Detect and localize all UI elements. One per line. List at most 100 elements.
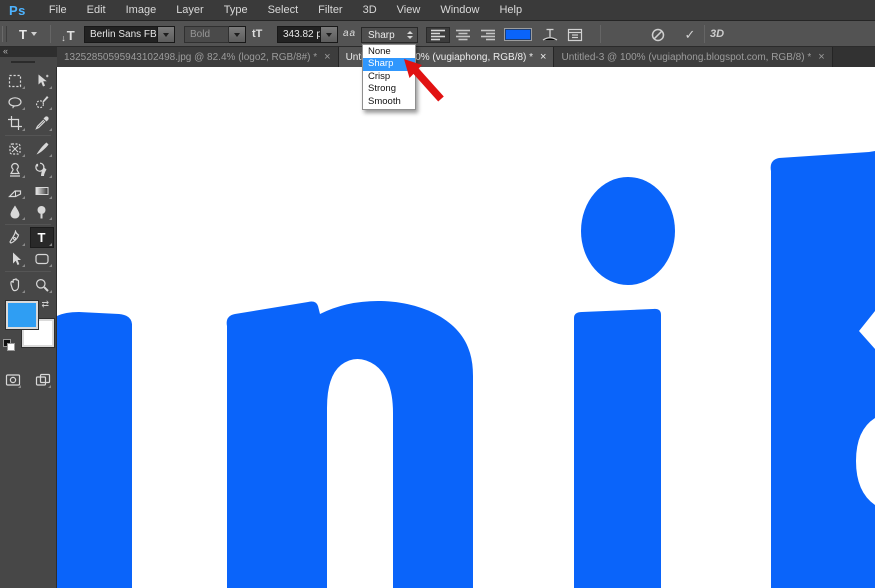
chevron-down-icon [326,33,332,37]
spinner-icon [407,31,413,39]
clone-stamp-icon [7,162,23,178]
toolbar-grip[interactable] [0,57,57,67]
toolbar-divider [5,271,51,272]
font-size-dropdown-button[interactable] [321,26,338,43]
letter-u-stem [57,312,132,588]
path-selection-icon [7,251,23,267]
align-left-button[interactable] [426,27,450,43]
collapse-toolbar-button[interactable]: « [0,47,57,57]
font-style-combo[interactable]: Bold [184,26,246,43]
font-family-combo[interactable]: Berlin Sans FB D... [84,26,175,43]
tool-preset-picker[interactable]: T [10,25,46,43]
font-size-combo[interactable]: 343.82 pt [277,26,338,43]
dodge-tool[interactable] [30,201,54,222]
text-color-swatch[interactable] [504,28,532,41]
zoom-tool[interactable] [30,274,54,295]
gradient-icon [34,183,50,199]
warp-text-button[interactable] [540,26,560,43]
crop-tool[interactable] [3,112,27,133]
screen-mode-button[interactable] [33,369,53,390]
menu-window[interactable]: Window [430,0,489,20]
color-swatches: ⇄ [0,299,57,361]
eraser-tool[interactable] [3,180,27,201]
anti-alias-icon: aa [343,28,356,39]
shape-tool[interactable] [30,248,54,269]
tab-untitled-3[interactable]: Untitled-3 @ 100% (vugiaphong.blogspot.c… [554,47,832,67]
workspace-3d-label[interactable]: 3D [710,28,724,40]
font-style-dropdown-button[interactable] [229,26,246,43]
menu-view[interactable]: View [387,0,431,20]
menu-type[interactable]: Type [214,0,258,20]
chevron-down-icon [163,33,169,37]
annotation-arrow [398,54,448,106]
clone-stamp-tool[interactable] [3,159,27,180]
pen-icon [7,230,23,246]
tab-label: Untitled-3 @ 100% (vugiaphong.blogspot.c… [561,52,811,63]
options-bar-grip[interactable] [2,26,7,42]
pen-tool[interactable] [3,227,27,248]
horizontal-type-tool[interactable]: T [30,227,54,248]
separator [50,25,51,43]
close-icon[interactable]: × [540,52,546,62]
brush-tool[interactable] [30,138,54,159]
letter-i-dot [581,177,675,285]
toolbar-divider [5,135,51,136]
history-brush-tool[interactable] [30,159,54,180]
blur-tool[interactable] [3,201,27,222]
font-size-value[interactable]: 343.82 pt [277,26,321,43]
type-tool-icon: T [38,230,46,245]
menu-layer[interactable]: Layer [166,0,214,20]
tab-logo2-jpg[interactable]: 13252850595943102498.jpg @ 82.4% (logo2,… [57,47,339,67]
tool-options-bar: T ↓ T Berlin Sans FB D... Bold tT 343.82… [0,21,875,47]
path-selection-tool[interactable] [3,248,27,269]
lasso-tool[interactable] [3,91,27,112]
magnifier-icon [34,277,50,293]
align-right-button[interactable] [476,27,500,43]
type-tool-icon: T [19,27,27,42]
anti-alias-combo[interactable]: Sharp [361,27,418,43]
cancel-edits-button[interactable] [648,26,668,43]
gradient-tool[interactable] [30,180,54,201]
hand-icon [7,277,23,293]
menu-3d[interactable]: 3D [353,0,387,20]
quick-selection-tool[interactable] [30,91,54,112]
close-icon[interactable]: × [324,52,330,62]
text-orientation-button[interactable]: ↓ T [56,25,80,43]
default-colors-icon[interactable] [3,339,15,351]
rectangular-marquee-tool[interactable] [3,70,27,91]
menu-select[interactable]: Select [258,0,309,20]
grip-icon [11,61,35,63]
foreground-color-swatch[interactable] [6,301,38,329]
close-icon[interactable]: × [818,52,824,62]
align-center-button[interactable] [451,27,475,43]
move-icon [34,73,50,89]
healing-brush-tool[interactable] [3,138,27,159]
commit-edits-button[interactable]: ✓ [680,26,700,43]
separator [600,25,601,43]
menu-image[interactable]: Image [116,0,167,20]
toolbar-divider [5,224,51,225]
quick-mask-button[interactable] [3,369,23,390]
menu-edit[interactable]: Edit [77,0,116,20]
toolbar-header: « [0,47,57,67]
tab-label: 13252850595943102498.jpg @ 82.4% (logo2,… [64,52,317,63]
font-family-value[interactable]: Berlin Sans FB D... [84,26,158,43]
eyedropper-tool[interactable] [30,112,54,133]
font-size-icon: tT [252,28,262,40]
menu-filter[interactable]: Filter [308,0,352,20]
history-brush-icon [34,162,50,178]
menu-file[interactable]: File [39,0,77,20]
cancel-icon [650,27,666,43]
swap-colors-icon[interactable]: ⇄ [42,299,50,310]
check-icon: ✓ [685,27,696,43]
letter-k-partial [771,151,875,588]
panels-icon [567,28,583,42]
double-chevron-icon: « [3,46,8,56]
toggle-panels-button[interactable] [565,26,585,43]
menu-help[interactable]: Help [489,0,532,20]
hand-tool[interactable] [3,274,27,295]
move-tool[interactable] [30,70,54,91]
document-canvas[interactable] [57,67,875,588]
separator [704,25,705,43]
font-family-dropdown-button[interactable] [158,26,175,43]
